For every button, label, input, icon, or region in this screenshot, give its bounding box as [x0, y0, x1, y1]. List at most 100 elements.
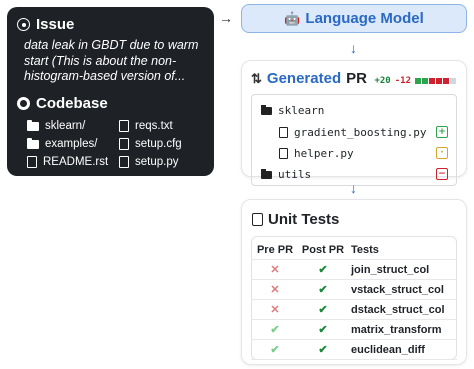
deletions-count: -12: [394, 76, 411, 86]
tree-item-label: gradient_boosting.py: [294, 126, 427, 139]
arrow-down-icon: ↓: [350, 180, 357, 196]
diff-block: [415, 78, 421, 84]
pass-icon: ✔: [318, 264, 328, 276]
unit-tests-title: Unit Tests: [268, 211, 340, 228]
tree-item[interactable]: utils: [261, 168, 311, 181]
fail-icon: ✕: [270, 304, 280, 316]
pass-icon: ✔: [318, 344, 328, 356]
diff-block: [422, 78, 428, 84]
generated-pr-card: ⇅ Generated PR +20 -12 sklearn gradient_…: [241, 60, 467, 186]
file-icon: [119, 156, 129, 168]
test-name: matrix_transform: [347, 319, 457, 340]
pass-icon: ✔: [270, 324, 280, 336]
codebase-title: Codebase: [36, 95, 108, 112]
post-pr-cell: ✔: [299, 319, 347, 340]
table-header-row: Pre PR Post PR Tests: [251, 240, 457, 260]
file-icon: [279, 148, 288, 159]
removed-badge-icon: −: [436, 168, 448, 180]
column-header: Tests: [347, 240, 457, 260]
diffstat: +20 -12: [374, 76, 456, 86]
folder-icon: [27, 137, 39, 149]
robot-icon: 🤖: [284, 10, 301, 26]
tree-item[interactable]: sklearn: [261, 104, 324, 117]
pr-title-rest: PR: [346, 70, 367, 87]
folder-icon: [261, 104, 272, 115]
table-row: ✕ ✔ dstack_struct_col: [251, 299, 457, 320]
additions-count: +20: [374, 76, 391, 86]
post-pr-cell: ✔: [299, 339, 347, 360]
pr-header: ⇅ Generated PR: [251, 70, 367, 87]
pr-title-accent: Generated: [266, 70, 342, 87]
tree-item-label: sklearn: [278, 104, 325, 117]
table-row: ✕ ✔ join_struct_col: [251, 259, 457, 280]
codebase-item: setup.py: [119, 156, 178, 168]
codebase-item: examples/: [27, 137, 98, 150]
diff-blocks: [415, 78, 456, 84]
post-pr-cell: ✔: [299, 259, 347, 280]
fail-icon: ✕: [270, 264, 280, 276]
diff-block: [450, 78, 456, 84]
codebase-item: setup.cfg: [119, 138, 182, 150]
arrow-right-icon: →: [219, 10, 233, 26]
file-tree: sklearn gradient_boosting.py helper.py u…: [251, 94, 457, 186]
tree-item[interactable]: helper.py: [279, 147, 354, 160]
fail-icon: ✕: [270, 284, 280, 296]
codebase-item-label: setup.py: [135, 156, 179, 168]
codebase-item-label: setup.cfg: [135, 138, 182, 150]
test-name: euclidean_diff: [347, 339, 457, 360]
tree-item[interactable]: gradient_boosting.py: [279, 126, 426, 139]
diff-block: [429, 78, 435, 84]
folder-icon: [27, 119, 39, 131]
arrow-down-icon: ↓: [350, 40, 357, 56]
pre-pr-cell: ✔: [251, 319, 299, 340]
tests-table-body: ✕ ✔ join_struct_col ✕ ✔ vstack_struct_col ✕ ✔ ds…: [251, 259, 457, 360]
codebase-item-label: reqs.txt: [135, 120, 173, 132]
language-model-box: 🤖 Language Model: [241, 4, 467, 33]
file-icon: [27, 156, 37, 168]
github-icon: [17, 97, 30, 110]
issue-title: Issue: [36, 16, 75, 33]
test-name: vstack_struct_col: [347, 279, 457, 300]
post-pr-cell: ✔: [299, 299, 347, 320]
file-icon: [119, 120, 129, 132]
test-name: dstack_struct_col: [347, 299, 457, 320]
pass-icon: ✔: [318, 324, 328, 336]
table-row: ✔ ✔ matrix_transform: [251, 319, 457, 340]
unit-tests-header: Unit Tests: [252, 211, 339, 228]
diff-block: [436, 78, 442, 84]
pull-request-icon: ⇅: [251, 70, 262, 86]
codebase-item: README.rst: [27, 156, 108, 168]
issue-codebase-panel: Issue data leak in GBDT due to warm star…: [7, 7, 214, 176]
pre-pr-cell: ✕: [251, 299, 299, 320]
file-icon: [119, 138, 129, 150]
codebase-item: sklearn/: [27, 119, 86, 132]
unit-tests-card: Unit Tests Pre PR Post PR Tests ✕ ✔ join_s…: [241, 199, 467, 365]
codebase-item-label: README.rst: [43, 156, 109, 168]
tree-item-label: helper.py: [294, 147, 354, 160]
pre-pr-cell: ✔: [251, 339, 299, 360]
codebase-item-label: sklearn/: [45, 120, 86, 132]
pass-icon: ✔: [318, 304, 328, 316]
column-header: Post PR: [299, 240, 347, 260]
codebase-item-label: examples/: [45, 138, 98, 150]
codebase-item: reqs.txt: [119, 120, 173, 132]
pre-pr-cell: ✕: [251, 279, 299, 300]
tree-item-label: utils: [278, 168, 312, 181]
tests-table: Pre PR Post PR Tests ✕ ✔ join_struct_col ✕ ✔…: [251, 240, 457, 360]
pass-icon: ✔: [318, 284, 328, 296]
table-row: ✔ ✔ euclidean_diff: [251, 339, 457, 360]
language-model-label: Language Model: [305, 10, 424, 27]
issue-icon: [17, 18, 30, 31]
pass-icon: ✔: [270, 344, 280, 356]
file-icon: [279, 127, 288, 138]
table-row: ✕ ✔ vstack_struct_col: [251, 279, 457, 300]
test-name: join_struct_col: [347, 259, 457, 280]
column-header: Pre PR: [251, 240, 299, 260]
pre-pr-cell: ✕: [251, 259, 299, 280]
issue-header: Issue: [17, 16, 74, 33]
issue-text: data leak in GBDT due to warm start (Thi…: [24, 38, 199, 83]
clipboard-icon: [252, 213, 263, 226]
post-pr-cell: ✔: [299, 279, 347, 300]
added-badge-icon: +: [436, 126, 448, 138]
diff-block: [443, 78, 449, 84]
